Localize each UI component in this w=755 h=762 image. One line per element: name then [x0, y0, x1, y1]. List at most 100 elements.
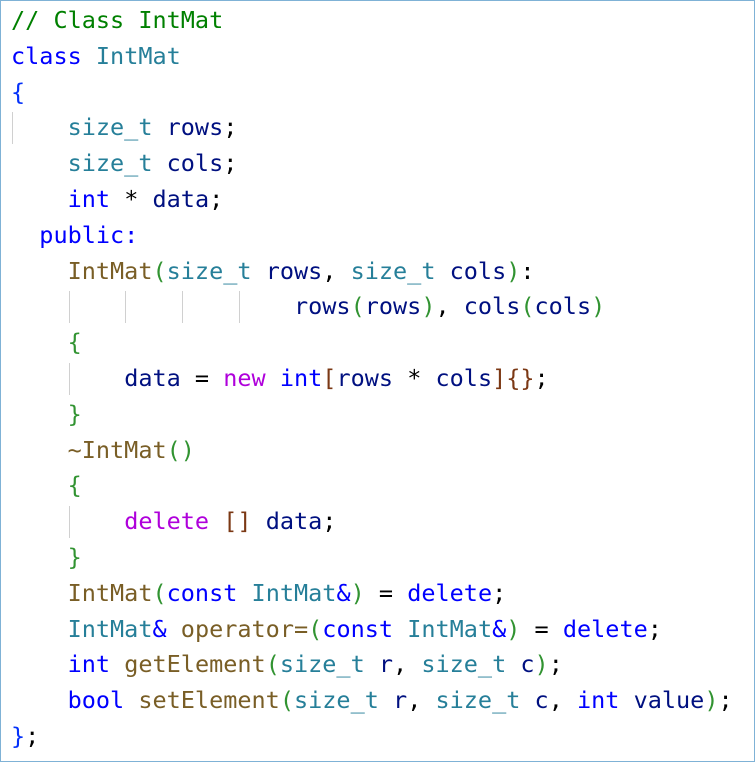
code-token: size_t — [293, 686, 379, 715]
code-token: ( — [279, 686, 294, 715]
code-token: } — [67, 399, 82, 428]
code-token: ( — [350, 292, 365, 321]
code-token: size_t — [67, 149, 153, 178]
code-snippet-frame: // Class IntMat class IntMat { size_t rows… — [0, 0, 755, 762]
indent-guide — [12, 112, 13, 145]
code-line: bool setElement(size_t r, size_t c, int … — [11, 683, 733, 719]
code-line: size_t rows; — [11, 110, 733, 146]
code-token: // Class IntMat — [11, 6, 224, 34]
code-token: IntMat — [67, 256, 153, 285]
code-token: , — [407, 686, 436, 715]
code-token: [] — [223, 507, 252, 536]
code-token: IntMat — [407, 614, 493, 643]
code-token: size_t — [67, 113, 153, 142]
code-token: rows — [166, 113, 224, 142]
code-token: ; — [718, 686, 733, 715]
code-token: ) — [534, 650, 549, 679]
code-token: , — [548, 686, 577, 715]
code-token: ; — [548, 650, 563, 679]
code-token: ; — [492, 578, 507, 607]
code-line: data = new int[rows * cols]{}; — [11, 361, 733, 397]
indent-guide — [68, 362, 70, 395]
code-token: ( — [520, 292, 535, 321]
code-token: = — [364, 578, 408, 607]
code-token: const — [166, 578, 238, 607]
code-token: delete — [124, 507, 210, 536]
code-token: ) — [350, 578, 365, 607]
indent-guide — [125, 291, 127, 324]
code-token: int — [67, 650, 111, 679]
code-token: & — [492, 614, 507, 643]
code-token: rows — [293, 292, 351, 321]
code-token: IntMat — [251, 578, 337, 607]
code-token: = — [520, 614, 563, 643]
code-token: : — [520, 256, 535, 285]
code-line: rows(rows), cols(cols) — [11, 289, 733, 325]
code-token: data — [152, 184, 210, 213]
code-token: IntMat — [67, 614, 153, 643]
code-token: ~IntMat — [67, 435, 167, 464]
code-token: setElement — [138, 686, 280, 715]
code-token: {} — [506, 363, 535, 392]
code-token: size_t — [166, 256, 252, 285]
code-token: new — [223, 363, 266, 392]
code-token: , — [393, 650, 422, 679]
code-editor-view: // Class IntMat class IntMat { size_t rows… — [11, 3, 733, 755]
code-token: & — [152, 614, 167, 643]
code-line: ~IntMat() — [11, 433, 733, 469]
code-token: ) — [506, 614, 521, 643]
code-token: = — [180, 363, 224, 392]
code-token: ; — [647, 614, 662, 643]
code-line: } — [11, 397, 733, 433]
code-token: ( — [308, 614, 323, 643]
code-line: size_t cols; — [11, 146, 733, 182]
code-token: * — [393, 363, 436, 392]
code-line: delete [] data; — [11, 504, 733, 540]
code-token: ) — [704, 686, 719, 715]
code-token: ) — [421, 292, 436, 321]
code-token: { — [67, 471, 82, 500]
code-token: ( — [265, 650, 280, 679]
code-token: ; — [322, 507, 337, 536]
code-token: { — [11, 77, 26, 106]
code-token: } — [11, 721, 26, 750]
code-token: ; — [223, 149, 238, 178]
code-token: } — [67, 542, 82, 571]
code-line: public: — [11, 218, 733, 254]
code-token: class — [11, 41, 82, 70]
code-line: { — [11, 468, 733, 504]
code-token: ] — [492, 363, 507, 392]
code-token: { — [67, 328, 82, 357]
code-token: size_t — [421, 650, 507, 679]
code-token: () — [166, 435, 195, 464]
code-token: size_t — [350, 256, 436, 285]
code-token: IntMat — [95, 41, 181, 70]
code-token: ) — [506, 256, 521, 285]
code-token: delete — [562, 614, 648, 643]
code-token: delete — [407, 578, 493, 607]
code-token: ( — [152, 256, 167, 285]
code-token: ; — [223, 113, 238, 142]
code-token: r — [393, 686, 408, 715]
